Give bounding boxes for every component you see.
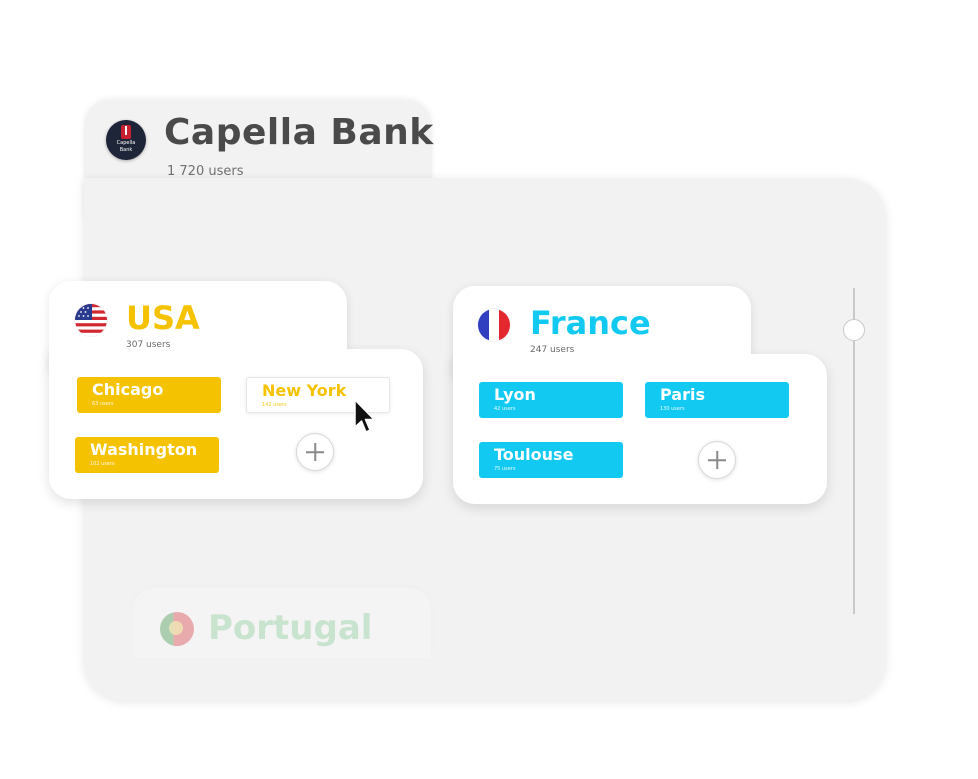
bank-logo-mark-icon [121,125,131,139]
country-user-count-france: 247 users [530,345,575,355]
city-chip-chicago[interactable]: Chicago 63 users [77,377,221,413]
france-flag-icon [478,309,510,341]
city-chip-washington[interactable]: Washington 102 users [75,437,219,473]
company-name: Capella Bank [164,112,434,153]
country-name-portugal: Portugal [208,608,373,648]
scrollbar-thumb[interactable] [843,319,865,341]
city-chip-toulouse[interactable]: Toulouse 75 users [479,442,623,478]
country-user-count-usa: 307 users [126,340,171,350]
company-user-count: 1 720 users [167,164,244,179]
country-name-france: France [530,304,651,342]
add-city-france-button[interactable] [698,441,736,479]
country-card-portugal[interactable]: Portugal [133,588,481,658]
city-chip-paris[interactable]: Paris 130 users [645,382,789,418]
add-city-usa-button[interactable] [296,433,334,471]
capella-bank-logo: Capella Bank [106,120,146,160]
mouse-pointer-icon [354,399,375,433]
usa-flag-icon [75,304,107,336]
portugal-flag-icon [160,612,194,646]
country-name-usa: USA [126,299,200,337]
city-chip-lyon[interactable]: Lyon 42 users [479,382,623,418]
